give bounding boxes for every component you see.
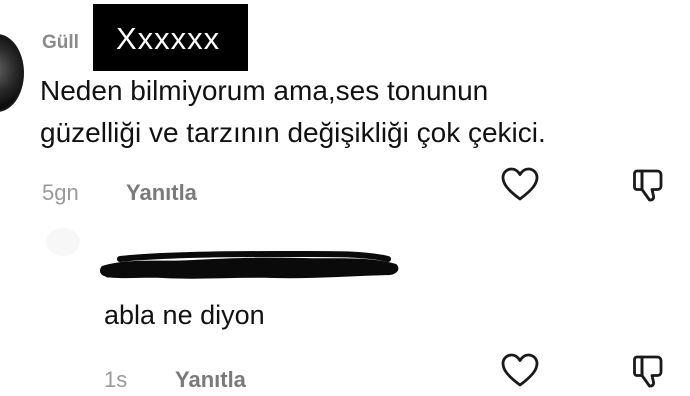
comment-thread: Güll Xxxxxx Neden bilmiyorum ama,ses ton…: [0, 0, 690, 396]
reply-meta: 1s: [104, 367, 127, 393]
redaction-scribble: [98, 250, 403, 288]
reply-avatar[interactable]: [46, 228, 80, 256]
comment-meta: 5gn: [42, 180, 79, 206]
heart-icon[interactable]: [500, 351, 540, 391]
comment-text: Neden bilmiyorum ama,ses tonunun güzelli…: [40, 70, 680, 154]
thumbs-down-icon[interactable]: [628, 351, 668, 391]
redacted-name: Xxxxxx: [116, 21, 221, 56]
heart-icon[interactable]: [500, 165, 540, 205]
reply-reply-wrap: Yanıtla: [175, 367, 246, 393]
avatar[interactable]: [0, 34, 24, 112]
reply-button[interactable]: Yanıtla: [126, 180, 197, 205]
comment-time: 5gn: [42, 180, 79, 205]
reply-time: 1s: [104, 367, 128, 392]
comment-reply-wrap: Yanıtla: [126, 180, 197, 206]
comment-text-line: güzelliği ve tarzının değişikliği çok çe…: [40, 117, 546, 148]
comment-text-line: Neden bilmiyorum ama,ses tonunun: [40, 75, 489, 106]
comment-username[interactable]: Güll: [42, 32, 79, 54]
thumbs-down-icon[interactable]: [628, 165, 668, 205]
reply-reply-button[interactable]: Yanıtla: [175, 367, 246, 392]
reply-text: abla ne diyon: [104, 300, 265, 330]
